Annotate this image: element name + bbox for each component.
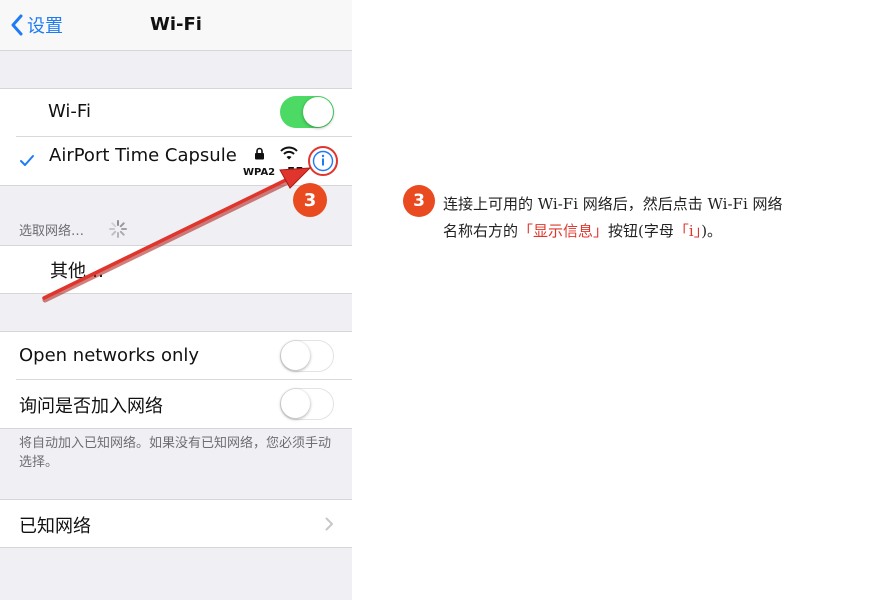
instruction-line-2: 名称右方的「显示信息」按钮(字母「i」)。 <box>443 218 868 245</box>
info-button[interactable] <box>308 146 338 176</box>
open-networks-label: Open networks only <box>19 345 200 366</box>
choose-network-header: 选取网络… <box>19 220 84 239</box>
other-network-group: 其他… <box>0 245 352 294</box>
navigation-bar: 设置 Wi-Fi <box>0 0 352 51</box>
other-network-button[interactable]: 其他… <box>50 257 104 283</box>
wifi-switch[interactable] <box>280 96 334 128</box>
checkmark-icon <box>20 155 34 166</box>
instruction-text-part: 按钮(字母 <box>608 222 674 240</box>
choose-network-label: 选取网络… <box>19 224 85 239</box>
instruction-text: 连接上可用的 Wi-Fi 网络后，然后点击 Wi-Fi 网络 名称右方的「显示信… <box>443 191 868 245</box>
ask-to-join-note: 将自动加入已知网络。如果没有已知网络，您必须手动选择。 <box>19 436 332 470</box>
step-badge-instruction: 3 <box>403 185 435 217</box>
page-title: Wi-Fi <box>150 14 202 35</box>
highlight-show-info: 「显示信息」 <box>518 222 609 240</box>
known-networks-label: 已知网络 <box>19 516 91 537</box>
switch-knob <box>281 389 310 418</box>
open-networks-row: Open networks only <box>0 332 352 379</box>
instruction-text-part: )。 <box>701 222 723 240</box>
instruction-text-part: 名称右方的 <box>443 222 519 240</box>
switch-knob <box>303 97 333 127</box>
signal-strength: -55 <box>282 165 304 179</box>
wifi-signal-icon <box>280 146 298 160</box>
instruction-line-1: 连接上可用的 Wi-Fi 网络后，然后点击 Wi-Fi 网络 <box>443 195 783 213</box>
options-group: Open networks only 询问是否加入网络 <box>0 331 352 429</box>
security-label: WPA2 <box>243 167 276 178</box>
wifi-toggle-row: Wi-Fi <box>0 89 352 136</box>
lock-icon <box>255 147 264 160</box>
network-name: AirPort Time Capsule <box>49 145 237 166</box>
known-networks-group: 已知网络 <box>0 499 352 548</box>
wifi-group: Wi-Fi AirPort Time Capsule WPA2 -55 <box>0 88 352 186</box>
ask-to-join-label: 询问是否加入网络 <box>19 396 163 417</box>
known-networks-row[interactable]: 已知网络 <box>0 500 352 547</box>
info-icon <box>308 146 338 176</box>
open-networks-switch[interactable] <box>280 340 334 372</box>
step-badge: 3 <box>293 183 327 217</box>
loading-spinner-icon <box>109 220 127 238</box>
phone-screenshot: 设置 Wi-Fi Wi-Fi AirPort Time Capsule WPA2… <box>0 0 352 600</box>
connected-network-row[interactable]: AirPort Time Capsule WPA2 -55 <box>0 137 352 185</box>
highlight-letter-i: 「i」 <box>673 222 702 240</box>
chevron-right-icon <box>325 517 333 531</box>
switch-knob <box>281 341 310 370</box>
wifi-label: Wi-Fi <box>48 101 91 122</box>
ask-to-join-switch[interactable] <box>280 388 334 420</box>
ask-to-join-row: 询问是否加入网络 <box>0 380 352 428</box>
